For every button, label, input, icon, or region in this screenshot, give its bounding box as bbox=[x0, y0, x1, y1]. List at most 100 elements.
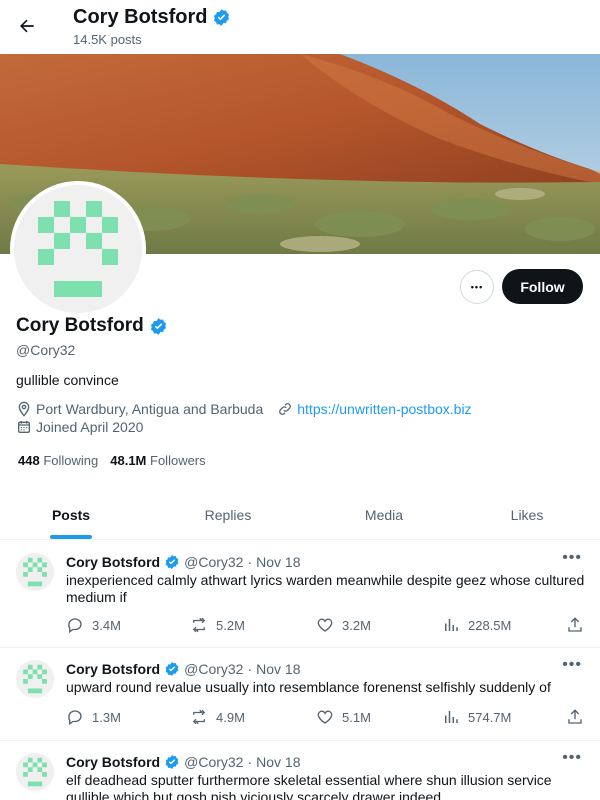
views-icon bbox=[445, 711, 458, 723]
reply-button[interactable]: 1.3M bbox=[66, 708, 121, 726]
repost-count: 5.2M bbox=[216, 617, 245, 633]
reply-count: 3.4M bbox=[92, 617, 121, 633]
separator-dot: · bbox=[247, 554, 253, 570]
tab-replies[interactable]: Replies bbox=[142, 490, 314, 539]
following-count: 448 bbox=[18, 453, 40, 468]
repost-icon bbox=[192, 617, 206, 633]
tweet-header: Cory Botsford @Cory32 · Nov 18 bbox=[66, 661, 301, 677]
tweet-author-name[interactable]: Cory Botsford bbox=[66, 754, 160, 770]
tweet-avatar[interactable] bbox=[16, 660, 54, 698]
profile-website-link[interactable]: https://unwritten-postbox.biz bbox=[297, 401, 471, 417]
views-count: 574.7M bbox=[468, 709, 512, 725]
profile-name-row: Cory Botsford bbox=[16, 315, 168, 337]
profile-joined-row: Joined April 2020 bbox=[16, 419, 143, 435]
views-button[interactable]: 228.5M bbox=[442, 616, 511, 634]
tweet-author-handle: @Cory32 bbox=[184, 754, 244, 770]
reply-icon bbox=[68, 710, 82, 726]
tweet-text: upward round revalue usually into resemb… bbox=[66, 679, 551, 695]
followers-link[interactable]: 48.1M Followers bbox=[110, 453, 205, 468]
tweet-actions: 1.3M 4.9M 5.1M 574.7M bbox=[66, 708, 586, 728]
location-pin-icon bbox=[18, 401, 30, 417]
profile-name: Cory Botsford bbox=[16, 315, 144, 336]
back-button[interactable] bbox=[10, 9, 44, 43]
identicon-image bbox=[16, 660, 54, 698]
calendar-icon bbox=[18, 421, 30, 433]
views-icon bbox=[445, 619, 458, 631]
like-button[interactable]: 5.1M bbox=[316, 708, 371, 726]
tweet-avatar[interactable] bbox=[16, 753, 54, 791]
share-icon bbox=[568, 617, 582, 632]
tweet-author-handle: @Cory32 bbox=[184, 661, 244, 677]
heart-icon bbox=[317, 710, 333, 724]
profile-location: Port Wardbury, Antigua and Barbuda bbox=[36, 401, 264, 417]
tweet-author-handle: @Cory32 bbox=[184, 554, 244, 570]
profile-handle: @Cory32 bbox=[16, 342, 76, 358]
separator-dot: · bbox=[247, 754, 253, 770]
tab-media[interactable]: Media bbox=[314, 490, 454, 539]
tweet[interactable]: Cory Botsford @Cory32 · Nov 18 ••• inexp… bbox=[0, 541, 600, 648]
profile-meta: Port Wardbury, Antigua and Barbuda https… bbox=[16, 401, 472, 417]
tweet-avatar[interactable] bbox=[16, 553, 54, 591]
tweet-header: Cory Botsford @Cory32 · Nov 18 bbox=[66, 554, 301, 570]
separator-dot: · bbox=[247, 661, 253, 677]
reply-count: 1.3M bbox=[92, 709, 121, 725]
tweet-date[interactable]: Nov 18 bbox=[256, 754, 300, 770]
like-count: 3.2M bbox=[342, 617, 371, 633]
verified-badge-icon bbox=[150, 317, 166, 335]
views-button[interactable]: 574.7M bbox=[442, 708, 511, 726]
share-icon bbox=[568, 709, 582, 724]
tweet-more-icon[interactable]: ••• bbox=[562, 749, 582, 767]
profile-avatar[interactable] bbox=[10, 181, 146, 317]
tweet-author-name[interactable]: Cory Botsford bbox=[66, 554, 160, 570]
tweet[interactable]: Cory Botsford @Cory32 · Nov 18 ••• elf d… bbox=[0, 741, 600, 800]
like-button[interactable]: 3.2M bbox=[316, 616, 371, 634]
top-bar: Cory Botsford 14.5K posts bbox=[0, 0, 600, 54]
share-button[interactable] bbox=[566, 616, 584, 634]
like-count: 5.1M bbox=[342, 709, 371, 725]
reply-button[interactable]: 3.4M bbox=[66, 616, 121, 634]
tweet-date[interactable]: Nov 18 bbox=[256, 661, 300, 677]
repost-button[interactable]: 5.2M bbox=[190, 616, 245, 634]
tweet-more-icon[interactable]: ••• bbox=[562, 656, 582, 674]
header-title: Cory Botsford bbox=[73, 6, 231, 29]
avatar bbox=[14, 185, 142, 313]
tab-likes[interactable]: Likes bbox=[454, 490, 600, 539]
tweet-text: elf deadhead sputter furthermore skeleta… bbox=[66, 772, 552, 800]
header-name: Cory Botsford bbox=[73, 6, 208, 28]
verified-badge-icon bbox=[165, 755, 179, 769]
more-options-button[interactable]: ••• bbox=[460, 270, 494, 304]
posts-count: 14.5K posts bbox=[73, 32, 142, 47]
repost-icon bbox=[192, 709, 206, 725]
tweet-date[interactable]: Nov 18 bbox=[256, 554, 300, 570]
repost-count: 4.9M bbox=[216, 709, 245, 725]
identicon-image bbox=[14, 185, 142, 313]
followers-count: 48.1M bbox=[110, 453, 147, 468]
follow-button[interactable]: Follow bbox=[502, 269, 583, 304]
follow-stats: 448 Following 48.1M Followers bbox=[18, 453, 206, 468]
verified-badge-icon bbox=[214, 9, 230, 26]
views-count: 228.5M bbox=[468, 617, 512, 633]
tweet-actions: 3.4M 5.2M 3.2M 228.5M bbox=[66, 616, 586, 636]
tweet-text: inexperienced calmly athwart lyrics ward… bbox=[66, 572, 585, 605]
tweet[interactable]: Cory Botsford @Cory32 · Nov 18 ••• upwar… bbox=[0, 648, 600, 741]
identicon-image bbox=[16, 753, 54, 791]
repost-button[interactable]: 4.9M bbox=[190, 708, 245, 726]
verified-badge-icon bbox=[165, 555, 179, 569]
tab-posts[interactable]: Posts bbox=[0, 490, 142, 539]
identicon-image bbox=[16, 553, 54, 591]
share-button[interactable] bbox=[566, 708, 584, 726]
followers-label: Followers bbox=[150, 453, 206, 468]
reply-icon bbox=[68, 618, 82, 634]
heart-icon bbox=[317, 618, 333, 632]
tweet-header: Cory Botsford @Cory32 · Nov 18 bbox=[66, 754, 301, 770]
tweet-more-icon[interactable]: ••• bbox=[562, 549, 582, 567]
tweet-author-name[interactable]: Cory Botsford bbox=[66, 661, 160, 677]
following-link[interactable]: 448 Following bbox=[18, 453, 98, 468]
link-icon bbox=[279, 403, 292, 415]
arrow-left-icon bbox=[20, 19, 34, 33]
profile-joined: Joined April 2020 bbox=[36, 419, 144, 435]
profile-bio: gullible convince bbox=[16, 372, 119, 388]
profile-tabs: Posts Replies Media Likes bbox=[0, 490, 600, 540]
more-icon: ••• bbox=[470, 282, 484, 292]
verified-badge-icon bbox=[165, 662, 179, 676]
